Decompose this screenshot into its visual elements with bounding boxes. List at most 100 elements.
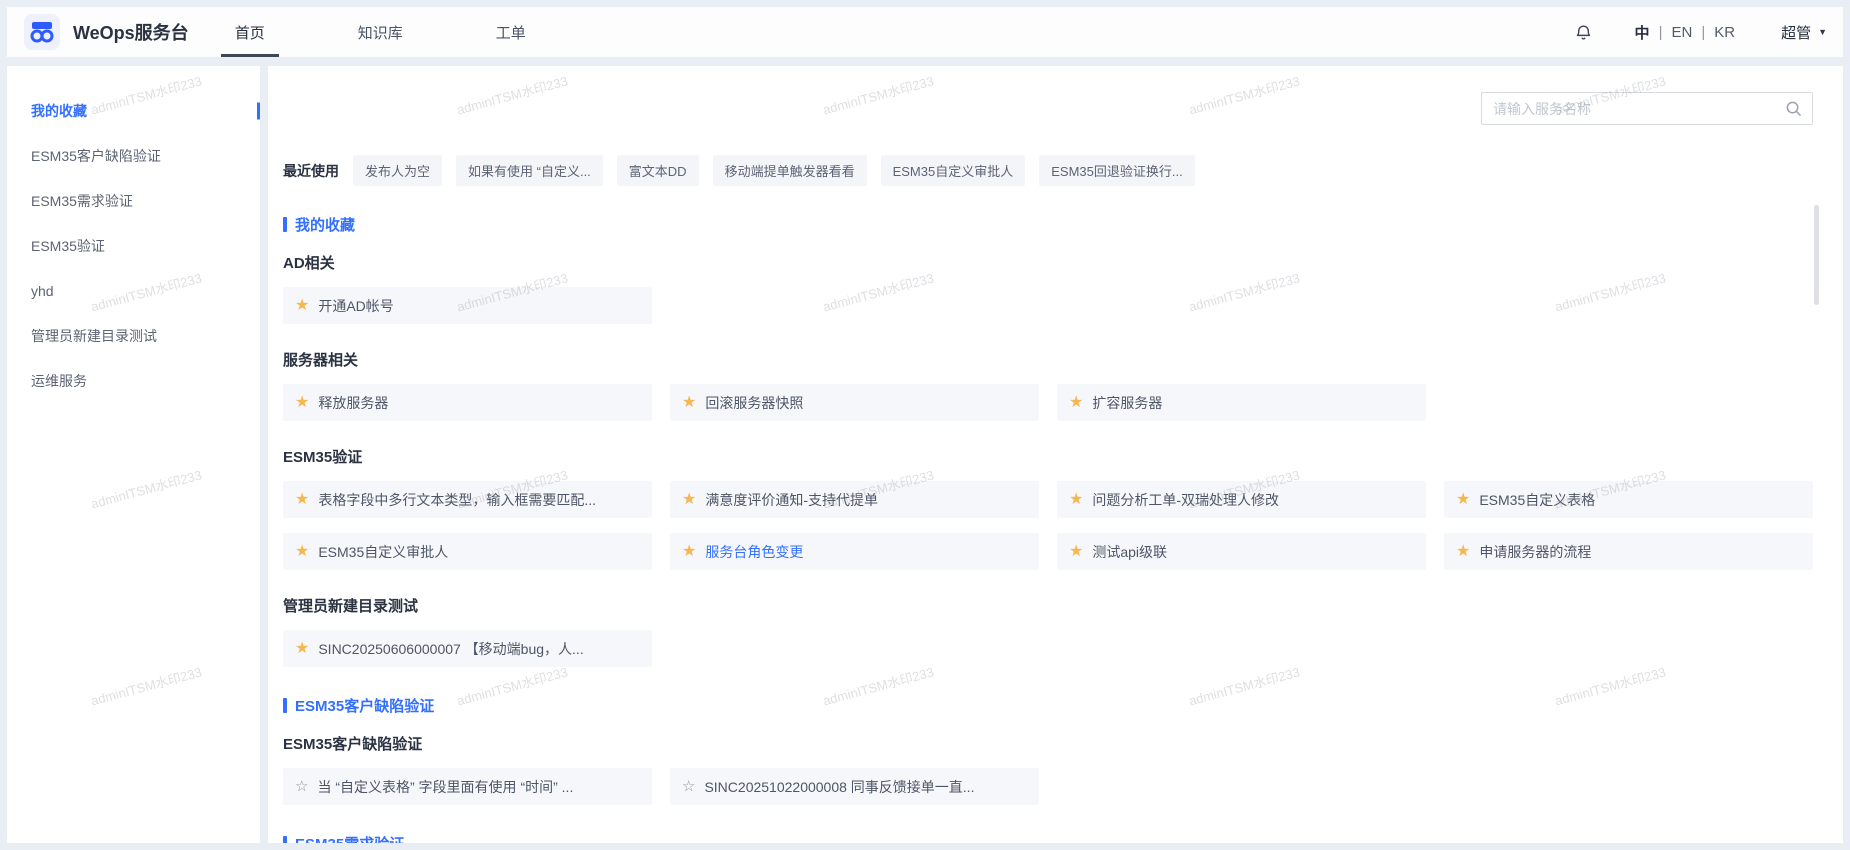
recent-tag-2[interactable]: 富文本DD [616, 155, 699, 186]
service-card[interactable]: ★ 扩容服务器 [1057, 384, 1426, 421]
service-card[interactable]: ★ 回滚服务器快照 [670, 384, 1039, 421]
star-outline-icon[interactable]: ☆ [295, 779, 308, 794]
section-title-my-favorites: 我的收藏 [283, 214, 1813, 235]
nav-item-tickets[interactable]: 工单 [492, 7, 530, 57]
search-box [1481, 92, 1813, 125]
section-marker [283, 836, 287, 843]
search-icon[interactable] [1785, 100, 1812, 117]
main-content: 最近使用 发布人为空如果有使用 “自定义... 富文本DD 移动端提单触发器看看 ES… [268, 66, 1843, 843]
sidebar-item-yhd[interactable]: yhd [7, 268, 260, 313]
user-name: 超管 [1781, 24, 1812, 42]
sections-container: 我的收藏 AD相关 ★ 开通AD帐号服务器相关 ★ 释放服务器 ★ 回滚服务器快照 ★ 扩容服务器… [283, 214, 1813, 843]
section-esm35-requirement: ESM35需求验证 [283, 833, 1813, 843]
language-switcher: 中 | EN | KR [1635, 22, 1736, 43]
service-card[interactable]: ★ ESM35自定义审批人 [283, 533, 652, 570]
app-title: WeOps服务台 [73, 23, 189, 43]
service-card[interactable]: ★ 满意度评价通知-支持代提单 [670, 481, 1039, 518]
service-card[interactable]: ★ ESM35自定义表格 [1444, 481, 1813, 518]
sidebar-item-my-favorites[interactable]: 我的收藏 [7, 88, 260, 133]
star-icon[interactable]: ★ [295, 491, 309, 508]
service-card-label: 回滚服务器快照 [705, 394, 804, 411]
top-navbar: WeOps服务台 首页 知识库 工单 中 | EN | KR 超管 ▼ [7, 7, 1843, 57]
chevron-down-icon: ▼ [1818, 27, 1827, 37]
lang-option-kr[interactable]: KR [1714, 24, 1735, 41]
service-card[interactable]: ★ 释放服务器 [283, 384, 652, 421]
app-logo-icon [24, 14, 60, 50]
service-card-label: 满意度评价通知-支持代提单 [705, 491, 879, 508]
service-card[interactable]: ★ 表格字段中多行文本类型，输入框需要匹配... [283, 481, 652, 518]
star-icon[interactable]: ★ [682, 491, 696, 508]
star-icon[interactable]: ★ [295, 543, 309, 560]
star-icon[interactable]: ★ [1069, 543, 1083, 560]
recent-tag-0[interactable]: 发布人为空 [353, 155, 443, 186]
section-title-text: ESM35需求验证 [295, 833, 404, 843]
sidebar-item-esm35-verify[interactable]: ESM35验证 [7, 223, 260, 268]
card-grid-esm35-customer-defect: ☆ 当 “自定义表格” 字段里面有使用 “时间” ... ☆ SINC20251022… [283, 768, 1813, 805]
scrollbar-thumb[interactable] [1814, 205, 1819, 305]
service-card-label: 开通AD帐号 [318, 297, 394, 314]
star-icon[interactable]: ★ [295, 297, 309, 314]
star-outline-icon[interactable]: ☆ [682, 779, 695, 794]
star-icon[interactable]: ★ [295, 394, 309, 411]
service-card-label: SINC20250606000007 【移动端bug，人... [318, 640, 584, 657]
recent-tag-3[interactable]: 移动端提单触发器看看 [712, 155, 867, 186]
section-marker [283, 217, 287, 232]
service-card[interactable]: ☆ 当 “自定义表格” 字段里面有使用 “时间” ... [283, 768, 652, 805]
card-grid-esm35-verify: ★ 表格字段中多行文本类型，输入框需要匹配... ★ 满意度评价通知-支持代提单 ★ 问题… [283, 481, 1813, 570]
group-title-esm35-customer-defect: ESM35客户缺陷验证 [283, 736, 423, 753]
star-icon[interactable]: ★ [1069, 394, 1083, 411]
section-title-esm35-requirement: ESM35需求验证 [283, 833, 1813, 843]
nav-menu: 首页 知识库 工单 [220, 7, 530, 57]
service-card[interactable]: ★ SINC20250606000007 【移动端bug，人... [283, 630, 652, 667]
service-card[interactable]: ★ 服务台角色变更 [670, 533, 1039, 570]
notification-bell-icon[interactable] [1574, 22, 1593, 43]
recent-tags: 发布人为空 如果有使用 “自定义... 富文本DD 移动端提单触发器看看 ESM35自定… [353, 155, 1195, 186]
service-card-label: ESM35自定义表格 [1479, 491, 1596, 508]
sidebar-item-admin-new-directory[interactable]: 管理员新建目录测试 [7, 313, 260, 358]
star-icon[interactable]: ★ [1069, 491, 1083, 508]
recent-used-label: 最近使用 [283, 162, 339, 179]
section-title-text: ESM35客户缺陷验证 [295, 698, 435, 715]
section-title-esm35-customer-defect: ESM35客户缺陷验证 [283, 695, 1813, 716]
sidebar-item-esm35-customer-defect[interactable]: ESM35客户缺陷验证 [7, 133, 260, 178]
card-grid-server-related: ★ 释放服务器 ★ 回滚服务器快照 ★ 扩容服务器 [283, 384, 1813, 421]
service-card-label: SINC20251022000008 同事反馈接单一直... [704, 778, 975, 795]
star-icon[interactable]: ★ [1456, 543, 1470, 560]
sidebar: 我的收藏 ESM35客户缺陷验证 ESM35需求验证 ESM35验证 yhd 管理员新建目… [7, 66, 260, 843]
recent-tag-4[interactable]: ESM35自定义审批人 [880, 155, 1026, 186]
sidebar-item-ops-service[interactable]: 运维服务 [7, 358, 260, 403]
recent-tag-5[interactable]: ESM35回退验证换行... [1039, 155, 1195, 186]
recent-tag-1[interactable]: 如果有使用 “自定义... [456, 155, 603, 186]
star-icon[interactable]: ★ [682, 543, 696, 560]
group-title-admin-new-directory: 管理员新建目录测试 [283, 598, 419, 615]
nav-item-home[interactable]: 首页 [220, 7, 279, 57]
recent-used-row: 最近使用 发布人为空 如果有使用 “自定义... 富文本DD 移动端提单触发器看看 ES… [283, 155, 1813, 186]
service-card[interactable]: ☆ SINC20251022000008 同事反馈接单一直... [670, 768, 1039, 805]
nav-item-knowledge-base[interactable]: 知识库 [354, 7, 407, 57]
service-card-label: 问题分析工单-双瑞处理人修改 [1092, 491, 1280, 508]
service-card-label: 扩容服务器 [1092, 394, 1163, 411]
section-my-favorites: 我的收藏 AD相关 ★ 开通AD帐号服务器相关 ★ 释放服务器 ★ 回滚服务器快照 ★ 扩容服务器… [283, 214, 1813, 667]
section-esm35-customer-defect: ESM35客户缺陷验证 ESM35客户缺陷验证 ☆ 当 “自定义表格” 字段里面有使用… [283, 695, 1813, 805]
service-card-label: 释放服务器 [318, 394, 389, 411]
user-menu[interactable]: 超管 ▼ [1781, 22, 1827, 43]
star-icon[interactable]: ★ [295, 640, 309, 657]
star-icon[interactable]: ★ [1456, 491, 1470, 508]
lang-option-zh[interactable]: 中 [1635, 22, 1650, 43]
service-card-label: 表格字段中多行文本类型，输入框需要匹配... [318, 491, 597, 508]
sidebar-item-esm35-requirement[interactable]: ESM35需求验证 [7, 178, 260, 223]
search-input[interactable] [1482, 100, 1785, 117]
star-icon[interactable]: ★ [682, 394, 696, 411]
service-card-label: 申请服务器的流程 [1479, 543, 1592, 560]
search-row [283, 66, 1813, 125]
service-card[interactable]: ★ 申请服务器的流程 [1444, 533, 1813, 570]
lang-separator: | [1701, 23, 1706, 41]
group-title-ad-related: AD相关 [283, 255, 335, 272]
service-card[interactable]: ★ 开通AD帐号 [283, 287, 652, 324]
group-title-server-related: 服务器相关 [283, 352, 359, 369]
lang-option-en[interactable]: EN [1671, 24, 1692, 41]
service-card[interactable]: ★ 问题分析工单-双瑞处理人修改 [1057, 481, 1426, 518]
section-marker [283, 698, 287, 713]
card-grid-admin-new-directory: ★ SINC20250606000007 【移动端bug，人... [283, 630, 1813, 667]
service-card[interactable]: ★ 测试api级联 [1057, 533, 1426, 570]
